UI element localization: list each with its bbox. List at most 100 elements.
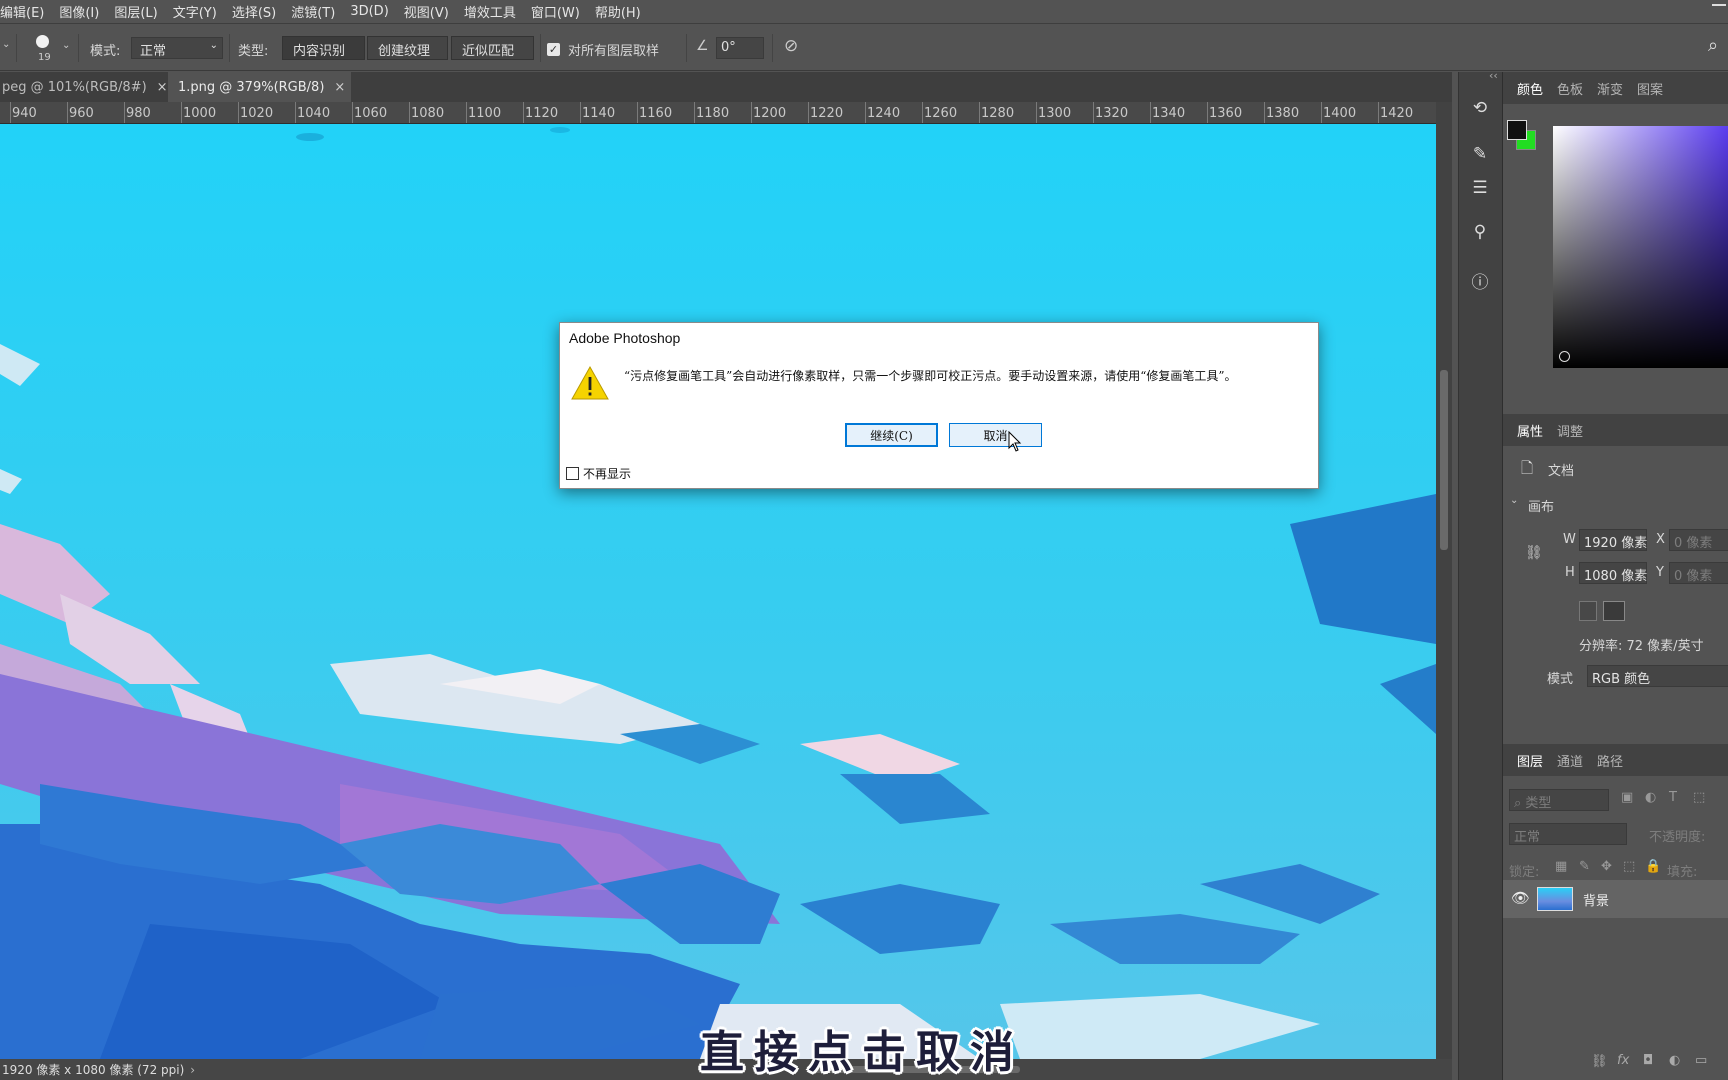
blend-mode-select[interactable]: 正常 — [1509, 823, 1627, 845]
link-icon[interactable]: ⛓ — [1525, 545, 1543, 561]
angle-input[interactable]: 0° — [716, 37, 764, 59]
vertical-scrollbar[interactable] — [1436, 102, 1452, 1059]
menu-image[interactable]: 图像(I) — [59, 2, 99, 21]
proximity-match-button[interactable]: 近似匹配 — [451, 36, 534, 60]
eye-visibility-icon[interactable]: 👁 — [1511, 889, 1530, 907]
create-texture-button[interactable]: 创建纹理 — [367, 36, 448, 60]
adjustment-layer-icon[interactable]: ◐ — [1669, 1053, 1680, 1068]
history-icon[interactable]: ⟲ — [1469, 98, 1491, 120]
color-mode-select[interactable]: RGB 颜色 — [1587, 665, 1728, 687]
horizontal-ruler: 940 960 980 1000 1020 1040 1060 1080 1100 1120 114… — [0, 102, 1436, 124]
lock-artboard-icon[interactable]: ⬚ — [1623, 859, 1635, 874]
lock-transparency-icon[interactable]: ▦ — [1555, 859, 1567, 874]
type-filter-icon[interactable]: T — [1669, 790, 1677, 805]
menu-help[interactable]: 帮助(H) — [595, 2, 641, 21]
content-aware-button[interactable]: 内容识别 — [282, 36, 365, 60]
adjustments-icon[interactable]: ☰ — [1469, 178, 1491, 200]
section-chevron-icon[interactable]: ⌄ — [1510, 495, 1518, 506]
menu-plugins[interactable]: 增效工具 — [464, 2, 516, 21]
status-chevron-icon[interactable]: › — [190, 1063, 195, 1077]
menu-edit[interactable]: 编辑(E) — [0, 2, 44, 21]
x-input[interactable]: 0 像素 — [1669, 529, 1728, 551]
pressure-size-icon[interactable]: ⊘ — [784, 36, 798, 56]
ruler-label: 1320 — [1095, 106, 1129, 121]
tab-channels[interactable]: 通道 — [1557, 751, 1583, 770]
menu-select[interactable]: 选择(S) — [232, 2, 276, 21]
dont-show-again-checkbox[interactable]: 不再显示 — [566, 465, 631, 482]
minimize-icon[interactable] — [1712, 4, 1726, 6]
tab-patterns[interactable]: 图案 — [1637, 79, 1663, 98]
vertical-scroll-thumb[interactable] — [1440, 370, 1448, 550]
tab-paths[interactable]: 路径 — [1597, 751, 1623, 770]
checkbox-box[interactable] — [566, 467, 579, 480]
menu-layer[interactable]: 图层(L) — [114, 2, 157, 21]
ruler-label: 1220 — [810, 106, 844, 121]
y-label: Y — [1656, 565, 1664, 580]
ruler-tick — [1036, 102, 1037, 123]
video-caption: 直接点击取消 — [700, 1027, 1024, 1078]
ruler-tick — [67, 102, 68, 123]
image-filter-icon[interactable]: ▣ — [1621, 790, 1633, 805]
folder-icon[interactable]: ▭ — [1695, 1053, 1707, 1068]
menu-type[interactable]: 文字(Y) — [173, 2, 217, 21]
warning-icon — [571, 365, 609, 400]
continue-button[interactable]: 继续(C) — [845, 423, 938, 447]
tab-properties[interactable]: 属性 — [1517, 421, 1543, 440]
landscape-orientation-icon[interactable] — [1603, 601, 1625, 621]
link-layers-icon[interactable]: ⛓ — [1591, 1054, 1608, 1069]
lock-pixels-icon[interactable]: ✎ — [1579, 859, 1590, 874]
lock-all-icon[interactable]: 🔒 — [1645, 859, 1661, 874]
ruler-label: 1140 — [582, 106, 616, 121]
collapse-panels-icon[interactable]: ‹‹ — [1489, 69, 1498, 82]
color-picker-field[interactable] — [1553, 126, 1728, 368]
document-icon: 🗋 — [1521, 459, 1534, 477]
info-icon[interactable]: ⓘ — [1469, 268, 1491, 293]
tab-gradients[interactable]: 渐变 — [1597, 79, 1623, 98]
brush-preview-icon[interactable] — [36, 35, 49, 48]
ruler-tick — [523, 102, 524, 123]
ruler-label: 1020 — [240, 106, 274, 121]
close-icon[interactable]: × — [157, 80, 168, 95]
tab-layers[interactable]: 图层 — [1517, 751, 1543, 770]
adjustment-filter-icon[interactable]: ◐ — [1645, 790, 1656, 805]
panel-icon-strip: ‹‹ ⟲ ✎ ☰ ⚲ ⓘ — [1458, 69, 1502, 1080]
menu-filter[interactable]: 滤镜(T) — [291, 2, 335, 21]
height-input[interactable]: 1080 像素 — [1579, 562, 1647, 584]
cancel-button[interactable]: 取消 — [949, 423, 1042, 447]
tab-adjustments[interactable]: 调整 — [1557, 421, 1583, 440]
clone-source-icon[interactable]: ⚲ — [1469, 222, 1491, 244]
ruler-tick — [694, 102, 695, 123]
fx-icon[interactable]: fx — [1617, 1053, 1629, 1068]
tab-swatches[interactable]: 色板 — [1557, 79, 1583, 98]
mode-label: 模式: — [90, 44, 121, 59]
photoshop-window: 编辑(E) 图像(I) 图层(L) 文字(Y) 选择(S) 滤镜(T) 3D(D… — [0, 0, 1728, 1080]
ruler-label: 1260 — [924, 106, 958, 121]
lock-position-icon[interactable]: ✥ — [1601, 859, 1612, 874]
divider — [540, 34, 541, 62]
width-input[interactable]: 1920 像素 — [1579, 529, 1647, 551]
ruler-tick — [637, 102, 638, 123]
tab-peg[interactable]: peg @ 101%(RGB/8#) × — [0, 72, 168, 102]
portrait-orientation-icon[interactable] — [1579, 601, 1597, 621]
chevron-down-icon[interactable]: ⌄ — [2, 39, 10, 50]
color-picker-cursor[interactable] — [1559, 351, 1570, 362]
tab-1-png[interactable]: 1.png @ 379%(RGB/8) × — [168, 72, 351, 102]
close-icon[interactable]: × — [334, 80, 345, 95]
mode-select[interactable]: 正常 ⌄ — [131, 37, 223, 59]
foreground-color-swatch[interactable] — [1507, 120, 1527, 140]
brush-settings-icon[interactable]: ✎ — [1469, 144, 1491, 166]
search-icon[interactable]: ⌕ — [1708, 35, 1718, 56]
menu-window[interactable]: 窗口(W) — [531, 2, 580, 21]
canvas[interactable] — [0, 124, 1436, 1059]
menu-view[interactable]: 视图(V) — [404, 2, 449, 21]
sample-all-layers-checkbox[interactable]: ✓ — [547, 43, 560, 56]
dialog-title: Adobe Photoshop — [569, 330, 681, 346]
layer-filter-select[interactable]: ⌕ 类型 — [1509, 789, 1609, 811]
layer-row-background[interactable]: 👁 背景 — [1503, 880, 1728, 918]
shape-filter-icon[interactable]: ⬚ — [1693, 790, 1705, 805]
mask-icon[interactable]: ◘ — [1643, 1053, 1653, 1068]
y-input[interactable]: 0 像素 — [1669, 562, 1728, 584]
tab-color[interactable]: 颜色 — [1517, 79, 1543, 98]
menu-3d[interactable]: 3D(D) — [350, 4, 388, 19]
brush-picker-chevron-icon[interactable]: ⌄ — [62, 40, 70, 51]
